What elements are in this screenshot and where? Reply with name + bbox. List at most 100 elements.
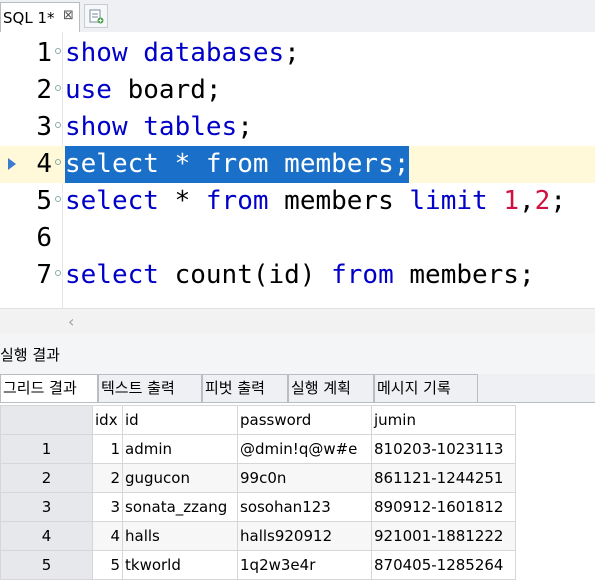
sql-text: board; <box>111 75 222 105</box>
sql-keyword: show <box>65 38 128 68</box>
code-text: show databases; <box>65 35 300 72</box>
results-title: 실행 결과 <box>0 346 60 364</box>
sql-text: ; <box>237 112 253 142</box>
grid-corner-cell[interactable] <box>0 405 93 435</box>
cell-password[interactable]: 1q2w3e4r <box>237 550 372 580</box>
line-number: 3 <box>36 112 52 142</box>
line-number: 6 <box>36 223 52 253</box>
cell-jumin[interactable]: 810203-1023113 <box>371 434 516 464</box>
results-grid[interactable]: idx id password jumin 1 1 admin @dmin!q@w#e… <box>0 405 516 580</box>
editor-horizontal-scrollbar[interactable]: ‹ <box>0 308 595 335</box>
sql-editor[interactable]: 1 show databases; 2 use board; 3 show tables;… <box>0 32 595 308</box>
column-header-password[interactable]: password <box>237 405 372 435</box>
column-header-idx[interactable]: idx <box>92 405 123 435</box>
cell-password[interactable]: @dmin!q@w#e <box>237 434 372 464</box>
tab-pivot-output[interactable]: 피벗 출력 <box>202 374 288 402</box>
cell-idx[interactable]: 1 <box>92 434 123 464</box>
code-text: select * from members limit 1,2; <box>65 183 566 220</box>
new-document-icon <box>89 9 104 24</box>
code-line[interactable]: 2 use board; <box>0 72 595 109</box>
sql-keyword: show <box>65 112 128 142</box>
results-panel-header: 실행 결과 <box>0 334 595 374</box>
tab-grid-results[interactable]: 그리드 결과 <box>0 374 98 402</box>
table-row[interactable]: 3 3 sonata_zzang sosohan123 890912-1601812 <box>0 492 516 522</box>
tab-message-log[interactable]: 메시지 기록 <box>374 374 478 402</box>
sql-keyword: select <box>65 260 159 290</box>
sql-keyword: from <box>331 260 394 290</box>
row-number-cell[interactable]: 4 <box>0 521 93 551</box>
code-line[interactable]: 1 show databases; <box>0 35 595 72</box>
line-number: 5 <box>36 186 52 216</box>
sql-text: members; <box>393 260 535 290</box>
row-number-cell[interactable]: 5 <box>0 550 93 580</box>
cell-idx[interactable]: 3 <box>92 492 123 522</box>
grid-header-row: idx id password jumin <box>0 405 516 435</box>
sql-number: 2 <box>534 186 551 216</box>
cell-id[interactable]: sonata_zzang <box>122 492 238 522</box>
tab-execution-plan[interactable]: 실행 계획 <box>288 374 374 402</box>
sql-keyword: from <box>205 149 269 179</box>
sql-keyword: databases <box>143 38 285 68</box>
cell-id[interactable]: tkworld <box>122 550 238 580</box>
tab-sql-1[interactable]: SQL 1* ⊠ <box>0 2 80 32</box>
fold-marker-icon[interactable] <box>55 196 61 202</box>
table-row[interactable]: 4 4 halls halls920912 921001-1881222 <box>0 521 516 551</box>
row-number-cell[interactable]: 3 <box>0 492 93 522</box>
table-row[interactable]: 5 5 tkworld 1q2w3e4r 870405-1285264 <box>0 550 516 580</box>
line-number: 2 <box>36 75 52 105</box>
current-line-marker-icon <box>8 158 16 170</box>
cell-jumin[interactable]: 921001-1881222 <box>371 521 516 551</box>
code-line[interactable]: 7 select count(id) from members; <box>0 257 595 294</box>
row-number-cell[interactable]: 1 <box>0 434 93 464</box>
code-line[interactable]: 6 <box>0 220 595 257</box>
sql-text: * <box>158 186 206 216</box>
sql-text: members; <box>268 149 410 179</box>
sql-keyword: from <box>205 186 269 216</box>
code-line[interactable]: 4 select * from members; <box>0 146 595 183</box>
editor-tab-strip: SQL 1* ⊠ <box>0 0 595 33</box>
cell-idx[interactable]: 4 <box>92 521 123 551</box>
cell-jumin[interactable]: 890912-1601812 <box>371 492 516 522</box>
code-line[interactable]: 5 select * from members limit 1,2; <box>0 183 595 220</box>
column-header-jumin[interactable]: jumin <box>371 405 516 435</box>
table-row[interactable]: 1 1 admin @dmin!q@w#e 810203-1023113 <box>0 434 516 464</box>
line-number: 4 <box>36 149 52 179</box>
new-tab-button[interactable] <box>84 4 108 28</box>
cell-password[interactable]: sosohan123 <box>237 492 372 522</box>
cell-password[interactable]: halls920912 <box>237 521 372 551</box>
tab-title: SQL 1* <box>3 9 55 27</box>
column-header-id[interactable]: id <box>122 405 238 435</box>
cell-id[interactable]: halls <box>122 521 238 551</box>
cell-jumin[interactable]: 870405-1285264 <box>371 550 516 580</box>
sql-text: , <box>519 186 535 216</box>
fold-marker-icon[interactable] <box>55 270 61 276</box>
sql-text: ; <box>550 186 566 216</box>
scroll-left-icon[interactable]: ‹ <box>68 312 74 331</box>
cell-id[interactable]: admin <box>122 434 238 464</box>
tab-text-output[interactable]: 텍스트 출력 <box>98 374 202 402</box>
code-text: show tables; <box>65 109 253 146</box>
row-number-cell[interactable]: 2 <box>0 463 93 493</box>
sql-keyword: select <box>65 149 159 179</box>
cell-id[interactable]: gugucon <box>122 463 238 493</box>
code-text: select count(id) from members; <box>65 257 535 294</box>
table-row[interactable]: 2 2 gugucon 99c0n 861121-1244251 <box>0 463 516 493</box>
line-number: 7 <box>36 260 52 290</box>
code-line[interactable]: 3 show tables; <box>0 109 595 146</box>
close-icon[interactable]: ⊠ <box>63 8 74 23</box>
cell-password[interactable]: 99c0n <box>237 463 372 493</box>
sql-number: 1 <box>503 186 519 216</box>
sql-text: ; <box>284 38 300 68</box>
fold-marker-icon[interactable] <box>55 159 61 165</box>
fold-marker-icon[interactable] <box>55 48 61 54</box>
sql-text: members <box>268 186 410 216</box>
fold-marker-icon[interactable] <box>55 85 61 91</box>
selected-code-text: select * from members; <box>65 146 410 183</box>
cell-jumin[interactable]: 861121-1244251 <box>371 463 516 493</box>
cell-idx[interactable]: 5 <box>92 550 123 580</box>
cell-idx[interactable]: 2 <box>92 463 123 493</box>
results-tabs: 그리드 결과 텍스트 출력 피벗 출력 실행 계획 메시지 기록 <box>0 374 595 403</box>
fold-marker-icon[interactable] <box>55 122 61 128</box>
